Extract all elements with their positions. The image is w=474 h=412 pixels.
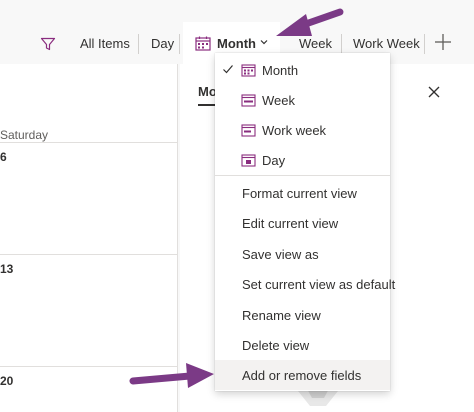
chevron-down-icon: [260, 40, 268, 45]
menu-item-label: Format current view: [242, 186, 357, 201]
menu-item-label: Day: [262, 153, 286, 168]
menu-item-delete-view[interactable]: Delete view: [215, 330, 390, 360]
menu-item-edit-current-view[interactable]: Edit current view: [215, 208, 390, 238]
menu-item-add-remove-fields[interactable]: Add or remove fields: [215, 360, 390, 390]
menu-item-week[interactable]: Week: [215, 85, 390, 115]
divider: [138, 34, 139, 54]
divider: [424, 34, 425, 54]
menu-divider: [215, 175, 390, 176]
menu-item-label: Set current view as default: [242, 277, 396, 292]
calendar-icon: [241, 124, 256, 137]
weekday-header: Saturday: [0, 128, 49, 142]
menu-item-month[interactable]: Month: [215, 55, 390, 85]
filter-icon[interactable]: [40, 36, 56, 52]
calendar-icon: [241, 94, 256, 107]
menu-item-label: Rename view: [242, 308, 321, 323]
view-week[interactable]: Week: [299, 36, 332, 52]
week-row-divider: [0, 366, 178, 367]
menu-item-format-current-view[interactable]: Format current view: [215, 178, 390, 208]
week-row-divider: [0, 254, 178, 255]
divider: [179, 34, 180, 54]
calendar-icon: [195, 36, 211, 51]
month-calendar-grid: Saturday 6 13 20: [0, 64, 178, 412]
menu-item-save-view-as[interactable]: Save view as: [215, 239, 390, 269]
date-cell-number[interactable]: 20: [0, 374, 13, 388]
plus-icon[interactable]: [433, 32, 453, 52]
menu-item-label: Month: [262, 63, 299, 78]
menu-item-day[interactable]: Day: [215, 145, 390, 175]
menu-item-set-default-view[interactable]: Set current view as default: [215, 269, 395, 299]
checkmark-icon: [223, 65, 233, 74]
menu-item-label: Save view as: [242, 247, 319, 262]
menu-item-rename-view[interactable]: Rename view: [215, 300, 390, 330]
menu-item-label: Edit current view: [242, 216, 339, 231]
menu-item-label: Delete view: [242, 338, 310, 353]
date-cell-number[interactable]: 13: [0, 262, 13, 276]
panel-title: Mo: [198, 84, 217, 99]
view-all-items[interactable]: All Items: [80, 36, 130, 52]
menu-item-label: Week: [262, 93, 295, 108]
menu-item-label: Add or remove fields: [242, 368, 362, 383]
calendar-icon: [241, 64, 256, 77]
date-cell-number[interactable]: 6: [0, 150, 7, 164]
view-month-label: Month: [217, 36, 256, 51]
menu-item-label: Work week: [262, 123, 327, 138]
view-day[interactable]: Day: [151, 36, 174, 52]
divider: [341, 34, 342, 54]
calendar-icon: [241, 154, 256, 167]
menu-item-work-week[interactable]: Work week: [215, 115, 390, 145]
view-options-menu: Month Week Work week Day Format current …: [215, 53, 395, 391]
close-icon[interactable]: [426, 84, 442, 100]
view-work-week[interactable]: Work Week: [353, 36, 420, 52]
week-row-divider: [0, 142, 178, 143]
